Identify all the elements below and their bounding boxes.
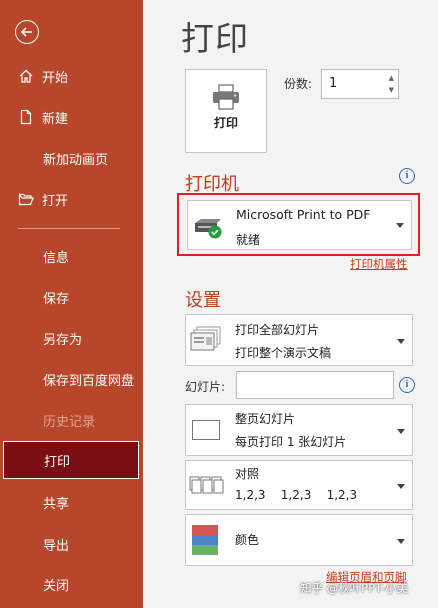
nav-label: 关闭: [43, 578, 70, 594]
collate-line2: 1,2,3 1,2,3 1,2,3: [235, 488, 358, 502]
nav-close[interactable]: 关闭: [0, 565, 143, 603]
range-line2: 打印整个演示文稿: [235, 346, 332, 360]
copies-label: 份数:: [284, 77, 313, 91]
copies-spinner[interactable]: ▲ ▼: [389, 72, 394, 96]
nav-label: 保存: [43, 291, 70, 307]
spin-up-icon[interactable]: ▲: [389, 72, 394, 84]
copies-value: 1: [329, 76, 338, 91]
watermark: 知乎 @秋叶PPT-小美: [300, 581, 409, 595]
nav-label: 共享: [43, 496, 70, 512]
back-arrow-icon[interactable]: [15, 20, 39, 44]
printer-properties-link[interactable]: 打印机属性: [350, 256, 408, 272]
nav-save[interactable]: 保存: [0, 278, 143, 316]
page-title: 打印: [181, 19, 249, 58]
slides-input[interactable]: [236, 371, 394, 399]
slides-label: 幻灯片:: [185, 380, 226, 394]
nav-label: 打印: [44, 454, 71, 470]
nav-save-as[interactable]: 另存为: [0, 319, 143, 357]
nav-new[interactable]: 新建: [0, 98, 143, 136]
nav-label: 新加动画页: [43, 152, 109, 168]
nav-save-to-baidu[interactable]: 保存到百度网盘: [0, 360, 143, 398]
nav-label: 保存到百度网盘: [43, 373, 135, 389]
nav-new-animation-page[interactable]: 新加动画页: [0, 139, 143, 177]
collate-line1: 对照: [235, 467, 260, 481]
nav-export[interactable]: 导出: [0, 525, 143, 563]
color-swatch-icon: [192, 525, 218, 555]
chevron-down-icon: [397, 484, 405, 489]
backstage-sidebar: 开始 新建 新加动画页 打开 信息 保存 另存为 保存到百度网盘 历史记录 打印…: [0, 0, 143, 608]
nav-label: 信息: [43, 250, 70, 266]
layout-line1: 整页幻灯片: [235, 412, 296, 426]
home-icon: [18, 68, 34, 84]
nav-info[interactable]: 信息: [0, 237, 143, 275]
nav-label: 新建: [42, 111, 69, 127]
printer-status: 就绪: [236, 233, 261, 247]
collate-dropdown[interactable]: 对照 1,2,3 1,2,3 1,2,3: [185, 460, 413, 510]
nav-label: 打开: [42, 193, 69, 209]
printer-ready-icon: [195, 219, 222, 239]
collated-icon: [189, 476, 224, 494]
nav-print[interactable]: 打印: [3, 441, 139, 479]
info-icon[interactable]: i: [399, 377, 415, 393]
all-slides-icon: [190, 326, 221, 351]
info-icon[interactable]: i: [399, 168, 415, 184]
color-dropdown[interactable]: 颜色: [185, 514, 413, 566]
print-range-dropdown[interactable]: 打印全部幻灯片 打印整个演示文稿: [185, 314, 413, 366]
copies-input[interactable]: 1 ▲ ▼: [321, 69, 399, 99]
nav-label: 导出: [43, 538, 70, 554]
layout-dropdown[interactable]: 整页幻灯片 每页打印 1 张幻灯片: [185, 404, 413, 456]
range-line1: 打印全部幻灯片: [235, 323, 320, 337]
sidebar-divider: [18, 228, 120, 229]
print-panel: 打印 打印 份数: 1 ▲ ▼ 打印机 i Microsoft Print to…: [143, 0, 438, 608]
print-button[interactable]: 打印: [185, 69, 267, 153]
printer-icon: [213, 84, 239, 110]
printer-dropdown[interactable]: Microsoft Print to PDF 就绪: [187, 200, 412, 250]
nav-open[interactable]: 打开: [0, 180, 143, 218]
print-button-label: 打印: [213, 116, 238, 130]
full-page-slide-icon: [192, 420, 220, 440]
chevron-down-icon: [397, 429, 405, 434]
settings-section-title: 设置: [185, 290, 221, 311]
chevron-down-icon: [396, 223, 404, 228]
spin-down-icon[interactable]: ▼: [389, 84, 394, 96]
nav-history: 历史记录: [0, 401, 143, 439]
printer-highlight: Microsoft Print to PDF 就绪: [177, 193, 420, 256]
color-line1: 颜色: [235, 533, 260, 547]
nav-home[interactable]: 开始: [0, 57, 143, 95]
nav-label: 另存为: [43, 332, 83, 348]
chevron-down-icon: [397, 339, 405, 344]
nav-label: 历史记录: [43, 414, 96, 430]
layout-line2: 每页打印 1 张幻灯片: [235, 435, 347, 449]
printer-name: Microsoft Print to PDF: [236, 207, 371, 222]
nav-label: 开始: [42, 70, 69, 86]
chevron-down-icon: [397, 539, 405, 544]
folder-open-icon: [18, 191, 34, 207]
new-document-icon: [18, 109, 34, 125]
nav-share[interactable]: 共享: [0, 483, 143, 521]
